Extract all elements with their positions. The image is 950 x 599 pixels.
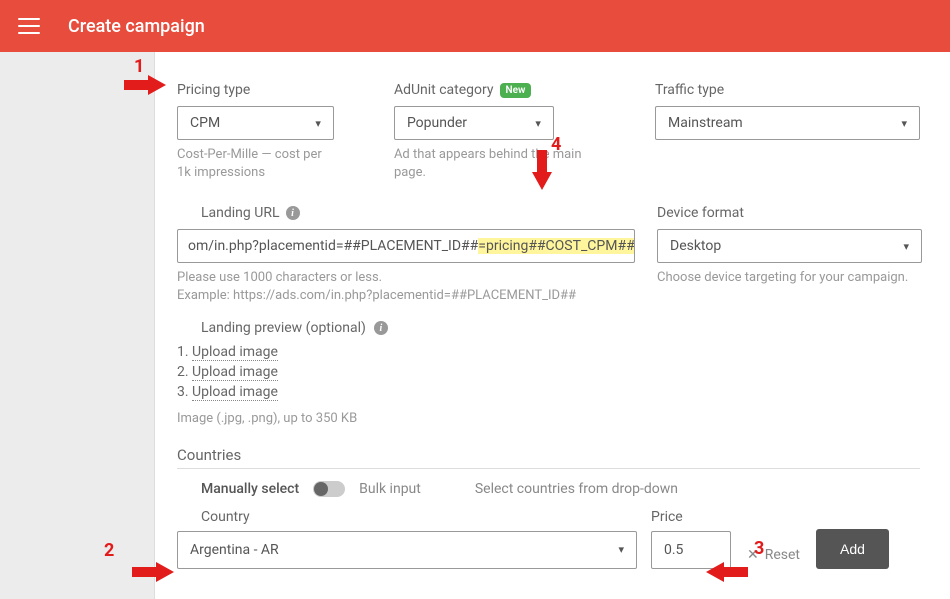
adunit-select[interactable]: Popunder ▾ xyxy=(394,106,554,140)
manual-select-label: Manually select xyxy=(201,481,299,497)
reset-button[interactable]: ✕ Reset xyxy=(745,541,802,569)
adunit-label: AdUnit category xyxy=(394,82,494,98)
upload-row-1: 1. Upload image xyxy=(177,344,635,360)
landing-hint-1: Please use 1000 characters or less. xyxy=(177,269,635,287)
chevron-down-icon: ▾ xyxy=(901,117,907,130)
upload-hint: Image (.jpg, .png), up to 350 KB xyxy=(177,410,635,428)
landing-url-prefix: om/in.php?placementid=##PLACEMENT_ID## xyxy=(188,238,478,254)
adunit-value: Popunder xyxy=(407,115,467,131)
device-format-field: Device format Desktop ▾ Choose device ta… xyxy=(657,199,922,428)
close-icon: ✕ xyxy=(747,547,759,563)
device-label: Device format xyxy=(657,205,744,221)
add-button[interactable]: Add xyxy=(816,529,889,569)
upload-image-link[interactable]: Upload image xyxy=(192,364,278,381)
new-badge: New xyxy=(500,83,532,98)
price-input[interactable]: 0.5 xyxy=(651,531,731,569)
countries-instruction: Select countries from drop-down xyxy=(475,481,678,497)
chevron-down-icon: ▾ xyxy=(535,117,541,130)
traffic-field: Traffic type Mainstream ▾ xyxy=(655,82,920,140)
pricing-type-field: Pricing type CPM ▾ Cost-Per-Mille — cost… xyxy=(177,82,334,181)
countries-header: Countries xyxy=(177,446,920,469)
top-bar: Create campaign xyxy=(0,0,950,52)
bulk-input-label: Bulk input xyxy=(359,481,421,497)
pricing-type-value: CPM xyxy=(190,115,220,131)
price-value: 0.5 xyxy=(664,542,683,558)
pricing-hint: Cost-Per-Mille — cost per 1k impressions xyxy=(177,146,334,181)
page-title: Create campaign xyxy=(68,16,205,37)
chevron-down-icon: ▾ xyxy=(315,117,321,130)
pricing-type-select[interactable]: CPM ▾ xyxy=(177,106,334,140)
reset-label: Reset xyxy=(765,547,800,563)
upload-row-2: 2. Upload image xyxy=(177,364,635,380)
traffic-label: Traffic type xyxy=(655,82,724,98)
landing-url-input[interactable]: om/in.php?placementid=##PLACEMENT_ID##=p… xyxy=(177,229,635,263)
main-content: Pricing type CPM ▾ Cost-Per-Mille — cost… xyxy=(155,52,950,599)
info-icon[interactable]: i xyxy=(286,206,300,220)
price-label: Price xyxy=(651,509,731,525)
bulk-toggle[interactable] xyxy=(313,481,345,497)
upload-row-3: 3. Upload image xyxy=(177,384,635,400)
country-label: Country xyxy=(201,509,637,525)
device-select[interactable]: Desktop ▾ xyxy=(657,229,922,263)
traffic-select[interactable]: Mainstream ▾ xyxy=(655,106,920,140)
pricing-type-label: Pricing type xyxy=(177,82,250,98)
traffic-value: Mainstream xyxy=(668,115,743,131)
info-icon[interactable]: i xyxy=(374,321,388,335)
left-sidebar xyxy=(0,52,155,599)
device-value: Desktop xyxy=(670,238,721,254)
adunit-hint: Ad that appears behind the main page. xyxy=(394,146,595,181)
landing-preview-label: Landing preview (optional) xyxy=(201,320,366,336)
upload-image-link[interactable]: Upload image xyxy=(192,384,278,401)
device-hint: Choose device targeting for your campaig… xyxy=(657,269,922,287)
adunit-field: AdUnit category New Popunder ▾ Ad that a… xyxy=(394,82,595,181)
upload-image-link[interactable]: Upload image xyxy=(192,344,278,361)
landing-url-field: Landing URL i om/in.php?placementid=##PL… xyxy=(177,199,635,428)
chevron-down-icon: ▾ xyxy=(903,240,909,253)
country-value: Argentina - AR xyxy=(190,542,279,558)
country-select[interactable]: Argentina - AR ▾ xyxy=(177,531,637,569)
menu-icon[interactable] xyxy=(18,18,40,34)
landing-hint-2: Example: https://ads.com/in.php?placemen… xyxy=(177,287,635,305)
landing-url-highlighted: =pricing##COST_CPM## xyxy=(478,238,634,254)
landing-url-label: Landing URL xyxy=(201,205,280,221)
chevron-down-icon: ▾ xyxy=(618,543,624,556)
upload-list: 1. Upload image 2. Upload image 3. Uploa… xyxy=(171,344,635,400)
